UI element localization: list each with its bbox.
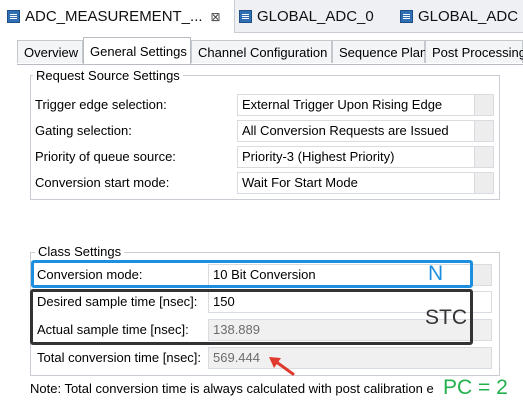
start-mode-label: Conversion start mode:: [35, 175, 170, 190]
editor-tab-adc-measurement[interactable]: ADC_MEASUREMENT_... ⊠: [0, 0, 235, 33]
dropdown-button[interactable]: [475, 120, 494, 142]
editor-tab-label: GLOBAL_ADC: [418, 7, 519, 25]
app-file-icon: [7, 10, 20, 23]
editor-tab-label: ADC_MEASUREMENT_...: [25, 8, 203, 25]
dropdown-button[interactable]: [475, 146, 494, 168]
dropdown-button[interactable]: [475, 172, 494, 194]
tab-label: General Settings: [90, 43, 187, 59]
editor-tab-global-adc-0[interactable]: GLOBAL_ADC_0: [235, 0, 385, 32]
tab-label: Sequence Plan: [339, 44, 428, 60]
editor-tab-global-adc[interactable]: GLOBAL_ADC: [396, 0, 523, 32]
tab-label: Post Processing: [432, 44, 523, 60]
group-title: Class Settings: [35, 244, 125, 259]
tab-post-processing[interactable]: Post Processing: [425, 40, 523, 63]
calibration-note: Note: Total conversion time is always ca…: [30, 381, 434, 396]
annotation-n-label: N: [428, 262, 444, 285]
editor-tab-bar: ADC_MEASUREMENT_... ⊠ GLOBAL_ADC_0 GLOBA…: [0, 0, 523, 33]
tab-sequence-plan[interactable]: Sequence Plan: [332, 40, 428, 63]
gating-select[interactable]: All Conversion Requests are Issued: [237, 120, 475, 142]
gating-label: Gating selection:: [35, 123, 132, 138]
editor-tab-label: GLOBAL_ADC_0: [257, 7, 374, 25]
trigger-edge-select[interactable]: External Trigger Upon Rising Edge: [237, 94, 475, 116]
start-mode-select[interactable]: Wait For Start Mode: [237, 172, 475, 194]
tab-label: Overview: [24, 44, 79, 60]
tab-label: Channel Configuration: [198, 44, 328, 60]
dropdown-button[interactable]: [473, 264, 492, 286]
dropdown-button[interactable]: [475, 94, 494, 116]
trigger-edge-label: Trigger edge selection:: [35, 97, 167, 112]
annotation-stc-label: STC: [425, 306, 467, 329]
annotation-blue-box: [31, 260, 473, 288]
settings-tab-bar: Overview General Settings Channel Config…: [17, 37, 523, 65]
app-file-icon: [239, 9, 252, 23]
tab-overview[interactable]: Overview: [17, 40, 83, 63]
group-title: Request Source Settings: [33, 68, 183, 83]
priority-label: Priority of queue source:: [35, 149, 176, 164]
app-file-icon: [400, 9, 413, 23]
total-conversion-value: 569.444: [208, 347, 492, 369]
annotation-dark-box: [30, 289, 473, 345]
tab-general-settings[interactable]: General Settings: [83, 37, 191, 64]
total-conversion-label: Total conversion time [nsec]:: [37, 350, 202, 365]
annotation-pc-label: PC = 2: [443, 376, 508, 399]
close-icon[interactable]: ⊠: [211, 10, 221, 24]
annotation-arrow-icon: [269, 357, 295, 376]
priority-select[interactable]: Priority-3 (Highest Priority): [237, 146, 475, 168]
tab-channel-configuration[interactable]: Channel Configuration: [191, 40, 332, 63]
